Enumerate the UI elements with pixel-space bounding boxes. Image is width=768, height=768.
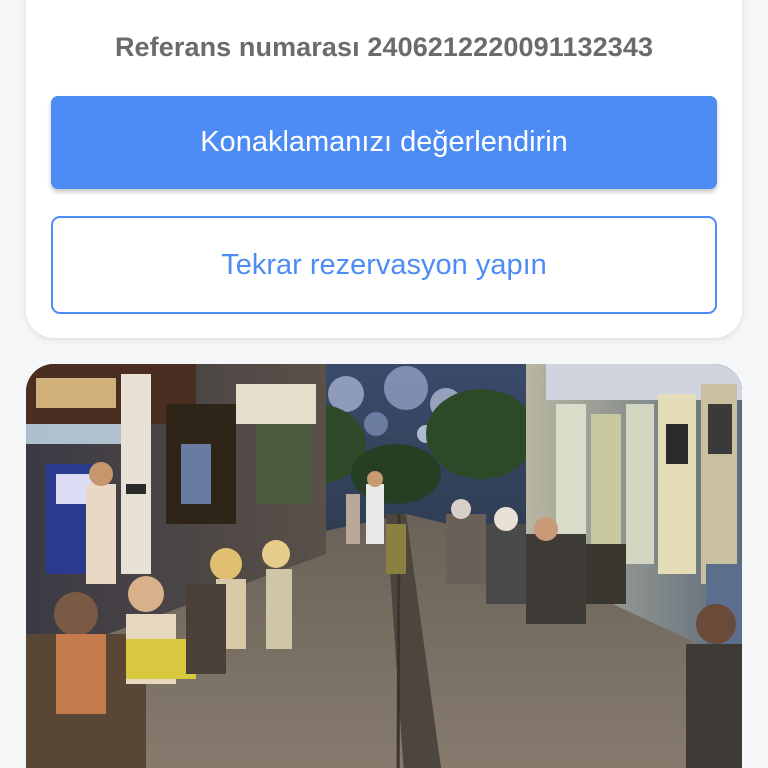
rate-stay-button[interactable]: Konaklamanızı değerlendirin [51,96,717,189]
booking-summary-card: Referans numarası 2406212220091132343 Ko… [26,0,742,338]
rebook-button[interactable]: Tekrar rezervasyon yapın [51,216,717,314]
rate-stay-button-label: Konaklamanızı değerlendirin [200,126,568,158]
property-photo[interactable] [26,364,742,768]
street-scene-image [26,364,742,768]
rebook-button-label: Tekrar rezervasyon yapın [221,248,547,281]
booking-detail-screen: Referans numarası 2406212220091132343 Ko… [0,0,768,768]
reference-number: Referans numarası 2406212220091132343 [114,32,654,62]
